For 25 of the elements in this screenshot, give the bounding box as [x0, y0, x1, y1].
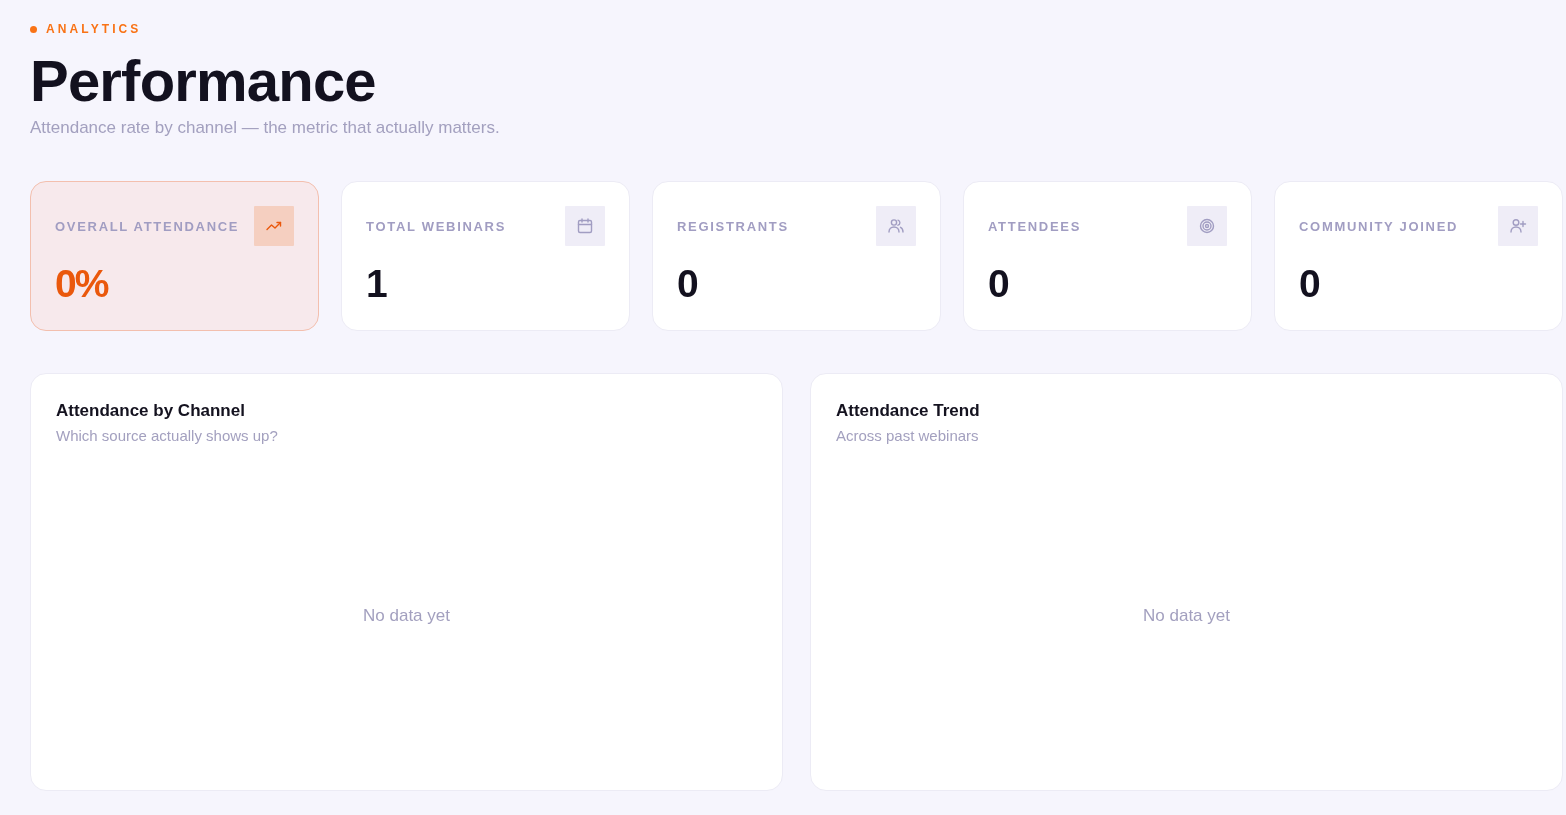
stat-value: 0: [677, 262, 697, 306]
target-icon: [1187, 206, 1227, 246]
panel-title: Attendance Trend: [836, 400, 980, 422]
stat-value: 0: [988, 262, 1008, 306]
page-subtitle: Attendance rate by channel — the metric that actually matters.: [30, 117, 500, 139]
empty-state-text: No data yet: [1143, 604, 1230, 627]
page-title: Performance: [30, 49, 376, 113]
calendar-icon: [565, 206, 605, 246]
stat-label: OVERALL ATTENDANCE: [55, 218, 240, 234]
section-eyebrow: ANALYTICS: [46, 21, 142, 37]
stat-label: REGISTRANTS: [677, 218, 789, 234]
bullet-dot-icon: [30, 25, 37, 33]
user-plus-icon: [1498, 206, 1538, 246]
stat-value: 1: [366, 262, 386, 306]
stat-label: TOTAL WEBINARS: [366, 218, 507, 234]
stat-label: ATTENDEES: [988, 218, 1082, 234]
empty-state-text: No data yet: [363, 604, 450, 627]
users-icon: [876, 206, 916, 246]
panel-title: Attendance by Channel: [56, 400, 245, 422]
trend-up-icon: [254, 206, 294, 246]
stat-value: 0%: [55, 262, 108, 306]
stat-label: COMMUNITY JOINED: [1299, 218, 1459, 234]
panel-subtitle: Which source actually shows up?: [56, 426, 278, 446]
stat-value: 0: [1299, 262, 1319, 306]
panel-subtitle: Across past webinars: [836, 426, 979, 446]
